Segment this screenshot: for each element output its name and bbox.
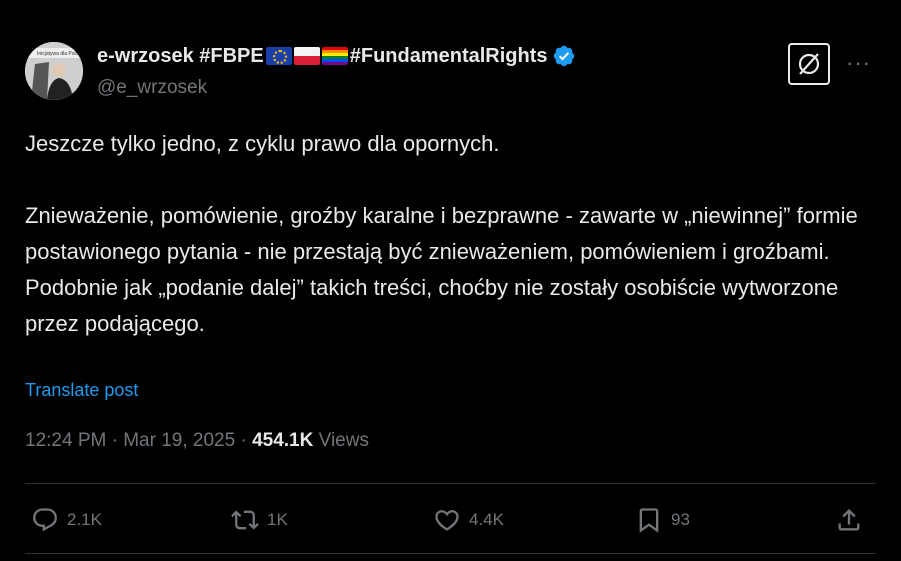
grok-icon xyxy=(798,53,820,75)
translate-post-link[interactable]: Translate post xyxy=(25,380,138,401)
grok-button[interactable] xyxy=(788,43,830,85)
post-timestamp[interactable]: 12:24 PM · Mar 19, 2025 · xyxy=(25,430,252,451)
divider xyxy=(25,483,876,484)
bookmark-icon xyxy=(639,508,659,533)
author-display-name[interactable]: e-wrzosek #FBPE #FundamentalRights xyxy=(97,44,576,68)
share-button[interactable] xyxy=(835,500,863,540)
reply-icon xyxy=(33,508,57,532)
avatar[interactable]: Inicjatywa dla Polski xyxy=(25,42,83,100)
display-name-suffix: #FundamentalRights xyxy=(349,44,548,67)
poland-flag-icon xyxy=(293,47,320,65)
share-icon xyxy=(838,509,860,531)
avatar-image: Inicjatywa dla Polski xyxy=(25,42,83,100)
bookmark-count: 93 xyxy=(671,510,690,529)
author-handle[interactable]: @e_wrzosek xyxy=(97,77,207,99)
more-options-icon[interactable]: ··· xyxy=(846,50,871,76)
rainbow-flag-icon xyxy=(321,47,348,65)
eu-flag-icon xyxy=(265,47,292,65)
like-count: 4.4K xyxy=(469,510,504,529)
bookmark-button[interactable]: 93 xyxy=(635,500,690,540)
views-count: 454.1K xyxy=(252,430,314,451)
views-label: Views xyxy=(313,430,369,451)
like-button[interactable]: 4.4K xyxy=(433,500,504,540)
reply-button[interactable]: 2.1K xyxy=(31,500,102,540)
repost-count: 1K xyxy=(267,510,288,529)
divider xyxy=(25,553,876,554)
heart-icon xyxy=(435,510,459,531)
post-text: Jeszcze tylko jedno, z cyklu prawo dla o… xyxy=(25,131,858,336)
display-name-prefix: e-wrzosek #FBPE xyxy=(97,44,264,67)
flag-emojis xyxy=(265,47,348,65)
verified-badge-icon[interactable] xyxy=(552,44,576,68)
repost-button[interactable]: 1K xyxy=(231,500,288,540)
repost-icon xyxy=(231,510,259,530)
post: Inicjatywa dla Polski e-wrzosek #FBPE #F… xyxy=(0,0,901,561)
post-meta: 12:24 PM · Mar 19, 2025 · 454.1K Views xyxy=(25,430,369,452)
avatar-caption: Inicjatywa dla Polski xyxy=(37,51,82,57)
reply-count: 2.1K xyxy=(67,510,102,529)
action-bar: 2.1K 1K 4.4K 93 xyxy=(25,500,876,540)
